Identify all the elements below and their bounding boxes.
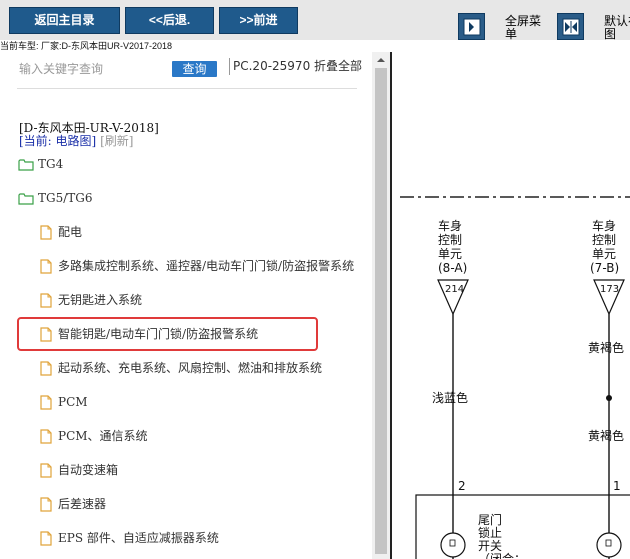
tree-leaf[interactable]: 智能钥匙/电动车门门锁/防盗报警系统 <box>0 323 372 345</box>
document-icon <box>40 429 52 451</box>
tree-leaf[interactable]: PCM、通信系统 <box>0 425 372 447</box>
toolbar: 返回主目录 <<后退. >>前进 全屏菜单 默认视图 <box>0 0 630 41</box>
tree-item-label: 后差速器 <box>58 497 107 511</box>
tree-leaf[interactable]: 多路集成控制系统、遥控器/电动车门门锁/防盗报警系统 <box>0 255 372 277</box>
current-view-label: [当前: 电路图] <box>19 134 97 148</box>
document-icon <box>40 531 52 553</box>
document-icon <box>40 259 52 281</box>
left-pin-number: 214 <box>445 284 464 295</box>
right-terminal-number: 1 <box>613 479 621 493</box>
tree-item-label: 配电 <box>58 225 83 239</box>
scrollbar[interactable] <box>372 52 390 559</box>
right-unit-line-1: 车身 <box>592 218 616 233</box>
document-icon <box>40 497 52 519</box>
search-bar: 查询 PC.20-25970 折叠全部 <box>0 52 372 86</box>
tree-item-label: 智能钥匙/电动车门门锁/防盗报警系统 <box>58 327 259 341</box>
fullscreen-menu-icon[interactable] <box>458 13 485 40</box>
tree-leaf[interactable]: PCM <box>0 391 372 413</box>
tree-leaf[interactable]: 后差速器 <box>0 493 372 515</box>
scroll-up-arrow[interactable] <box>372 52 390 68</box>
document-icon <box>40 361 52 383</box>
scroll-thumb[interactable] <box>375 68 387 554</box>
document-icon <box>40 395 52 417</box>
diagram-canvas: 车身 控制 单元 (8-A) 车身 控制 单元 (7-B) 214 173 浅蓝… <box>400 196 630 559</box>
right-pin-number: 173 <box>600 284 619 295</box>
wiring-diagram: 车身 控制 单元 (8-A) 车身 控制 单元 (7-B) 214 173 浅蓝… <box>390 52 630 559</box>
document-icon <box>40 293 52 315</box>
back-button[interactable]: <<后退. <box>125 7 214 34</box>
switch-label-line-2: 锁止 <box>478 525 502 540</box>
tree-item-label: 无钥匙进入系统 <box>58 293 143 307</box>
right-unit-line-2: 控制 <box>592 233 616 247</box>
refresh-link[interactable]: [刷新] <box>100 134 133 148</box>
tree-item-label: EPS 部件、自适应减振器系统 <box>58 531 219 545</box>
tree-item-label: PCM、通信系统 <box>58 429 148 443</box>
default-view-label[interactable]: 默认视图 <box>604 15 630 41</box>
tree-leaf[interactable]: 配电 <box>0 221 372 243</box>
right-wire-color-bottom: 黄褐色 <box>588 428 624 443</box>
switch-label-line-4: （闭合： <box>478 551 526 559</box>
tree-leaf[interactable]: 无钥匙进入系统 <box>0 289 372 311</box>
catalog-panel: 查询 PC.20-25970 折叠全部 [D-东风本田-UR-V-2018] [… <box>0 52 372 559</box>
left-terminal-number: 2 <box>458 479 466 493</box>
switch-label-line-3: 开关 <box>478 539 502 553</box>
divider <box>17 88 357 89</box>
tree-item-label: 多路集成控制系统、遥控器/电动车门门锁/防盗报警系统 <box>58 259 355 273</box>
right-unit-line-4: (7-B) <box>590 261 619 275</box>
tree-item-label: TG5/TG6 <box>38 191 93 205</box>
tree-item-label: 自动变速箱 <box>58 463 119 477</box>
search-button[interactable]: 查询 <box>172 61 217 77</box>
tree-folder[interactable]: TG5/TG6 <box>0 187 372 209</box>
search-input[interactable] <box>19 60 169 78</box>
tree-meta: [D-东风本田-UR-V-2018] [当前: 电路图] [刷新] <box>19 122 159 148</box>
document-icon <box>40 327 52 349</box>
fullscreen-menu-label[interactable]: 全屏菜单 <box>505 15 545 41</box>
collapse-all-link[interactable]: PC.20-25970 折叠全部 <box>233 58 362 74</box>
home-button[interactable]: 返回主目录 <box>9 7 120 34</box>
tree-item-label: 起动系统、充电系统、风扇控制、燃油和排放系统 <box>58 361 323 375</box>
left-unit-line-2: 控制 <box>438 233 462 247</box>
tree-folder[interactable]: TG4 <box>0 153 372 175</box>
tree-leaf[interactable]: 自动变速箱 <box>0 459 372 481</box>
wire-junction <box>606 395 612 401</box>
tree-leaf[interactable]: 起动系统、充电系统、风扇控制、燃油和排放系统 <box>0 357 372 379</box>
default-view-icon[interactable] <box>557 13 584 40</box>
tree-item-label: TG4 <box>38 157 64 171</box>
forward-button[interactable]: >>前进 <box>219 7 298 34</box>
switch-label-line-1: 尾门 <box>478 512 502 527</box>
divider <box>229 58 230 75</box>
tree-leaf[interactable]: EPS 部件、自适应减振器系统 <box>0 527 372 549</box>
right-switch-contact <box>596 532 622 558</box>
left-unit-line-3: 单元 <box>438 247 462 261</box>
left-switch-contact <box>440 532 466 558</box>
folder-icon <box>18 157 34 179</box>
right-wire-color-top: 黄褐色 <box>588 340 624 355</box>
right-unit-line-3: 单元 <box>592 247 616 261</box>
left-wire-color: 浅蓝色 <box>432 391 468 405</box>
left-unit-line-1: 车身 <box>438 218 462 233</box>
folder-icon <box>18 191 34 213</box>
current-car-info: 当前车型: 厂家:D-东风本田UR-V2017-2018 <box>0 41 173 51</box>
left-unit-line-4: (8-A) <box>438 261 467 275</box>
tree-item-label: PCM <box>58 395 88 409</box>
document-icon <box>40 463 52 485</box>
document-icon <box>40 225 52 247</box>
